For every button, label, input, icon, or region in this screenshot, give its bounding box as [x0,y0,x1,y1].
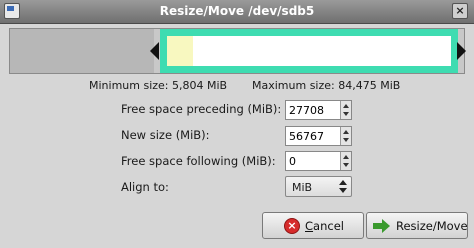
free-following-label: Free space following (MiB): [121,154,276,168]
free-following-value[interactable]: 0 [289,155,296,168]
new-size-value[interactable]: 56767 [289,130,324,143]
maximum-size-text: Maximum size: 84,475 MiB [252,79,401,92]
cancel-button-label: Cancel [305,219,344,233]
spin-up-icon[interactable] [343,104,349,108]
left-resize-handle-icon[interactable] [150,42,159,60]
partition-resize-graph[interactable] [9,28,466,74]
window-titlebar[interactable]: Resize/Move /dev/sdb5 × [0,0,474,24]
cancel-button[interactable]: × Cancel [262,212,364,239]
spin-arrows[interactable] [340,152,351,170]
cancel-icon: × [284,218,300,234]
free-space-preceding-region [10,29,154,73]
right-resize-handle-icon[interactable] [457,42,466,60]
free-preceding-spinbox[interactable]: 27708 [285,100,352,120]
align-to-label: Align to: [121,180,169,194]
spin-down-icon[interactable] [343,138,349,142]
align-to-value: MiB [292,181,313,194]
minimum-size-text: Minimum size: 5,804 MiB [89,79,228,92]
close-window-button[interactable]: × [452,3,468,19]
partition-block[interactable] [160,29,458,73]
new-size-label: New size (MiB): [121,128,210,142]
resize-move-button[interactable]: Resize/Move [366,212,468,239]
spin-down-icon[interactable] [343,163,349,167]
select-arrows-icon [339,180,347,193]
spin-arrows[interactable] [340,101,351,119]
new-size-spinbox[interactable]: 56767 [285,126,352,146]
spin-down-icon[interactable] [343,112,349,116]
free-following-spinbox[interactable]: 0 [285,151,352,171]
spin-arrows[interactable] [340,127,351,145]
align-to-select[interactable]: MiB [285,176,352,197]
spin-up-icon[interactable] [343,155,349,159]
free-preceding-value[interactable]: 27708 [289,104,324,117]
used-space-region [167,36,193,66]
resize-move-button-label: Resize/Move [396,219,468,233]
free-preceding-label: Free space preceding (MiB): [121,102,282,116]
spin-up-icon[interactable] [343,130,349,134]
resize-move-icon [373,219,391,233]
window-title: Resize/Move /dev/sdb5 [159,4,315,18]
